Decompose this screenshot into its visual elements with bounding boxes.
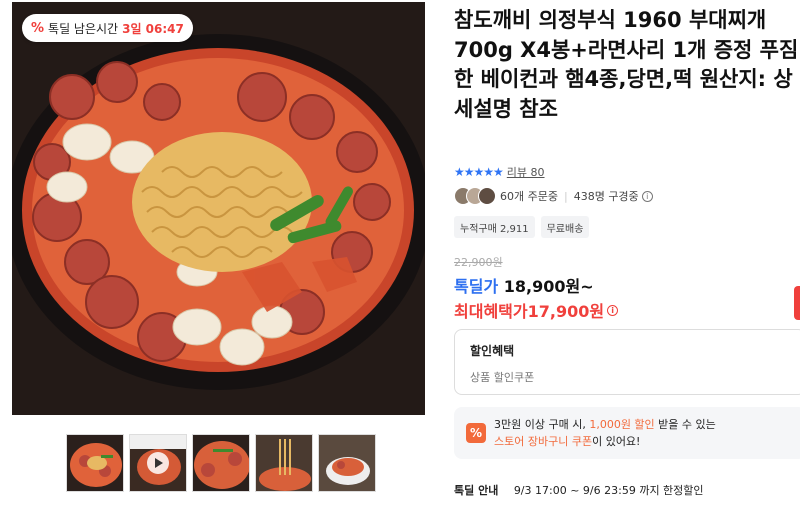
info-icon[interactable]: i (607, 304, 619, 316)
side-action-button[interactable] (794, 286, 800, 320)
thumbnail-1[interactable] (66, 434, 124, 492)
rating-row: ★★★★★ 리뷰 80 (454, 164, 545, 180)
deal-notice: 톡딜 안내 9/3 17:00 ~ 9/6 23:59 까지 한정할인 (454, 482, 704, 498)
deal-price-row: 톡딜가 18,900원~ (454, 273, 594, 297)
original-price: 22,900원 (454, 256, 503, 269)
deal-timer-badge: % 톡딜 남은시간 3일 06:47 (22, 14, 193, 42)
timer-value: 3일 06:47 (122, 21, 184, 36)
social-proof-row: 60개 주문중 | 438명 구경중 i (454, 187, 653, 205)
tag-free-shipping: 무료배송 (540, 216, 590, 238)
tag-list: 누적구매 2,911 무료배송 (454, 216, 590, 238)
thumbnail-3[interactable] (192, 434, 250, 492)
max-benefit-label: 최대혜택가 (454, 302, 528, 321)
star-rating-icon: ★★★★★ (454, 165, 504, 179)
review-count-link[interactable]: 리뷰 80 (507, 164, 545, 180)
max-benefit-price-row: 최대혜택가 17,900원 i (454, 298, 619, 322)
tag-cumulative-purchase: 누적구매 2,911 (454, 216, 535, 238)
product-title: 참도깨비 의정부식 1960 부대찌개 700g X4봉+라면사리 1개 증정 … (454, 8, 799, 121)
discount-sub: 상품 할인쿠폰 (470, 371, 535, 384)
thumbnail-5[interactable] (318, 434, 376, 492)
thumbnail-4[interactable] (255, 434, 313, 492)
thumbnail-2-video[interactable] (129, 434, 187, 492)
info-icon[interactable]: i (641, 190, 653, 202)
discount-heading: 할인혜택 (470, 344, 515, 358)
watching-count: 438명 구경중 (573, 190, 639, 203)
coupon-text: 3만원 이상 구매 시, 1,000원 할인 받을 수 있는 스토어 장바구니 … (494, 418, 716, 448)
timer-label: 톡딜 남은시간 (48, 21, 119, 36)
cart-coupon-banner[interactable]: % 3만원 이상 구매 시, 1,000원 할인 받을 수 있는 스토어 장바구… (454, 407, 800, 459)
discount-benefit-box[interactable]: 할인혜택 상품 할인쿠폰 (454, 329, 800, 395)
deal-price-label: 톡딜가 (454, 277, 499, 296)
thumbnail-strip (66, 434, 376, 492)
orders-count: 60개 주문중 (500, 190, 558, 203)
product-main-image[interactable]: % 톡딜 남은시간 3일 06:47 (12, 2, 425, 415)
deal-notice-text: 9/3 17:00 ~ 9/6 23:59 까지 한정할인 (513, 484, 704, 497)
max-benefit-value: 17,900원 (527, 302, 605, 321)
play-icon (147, 452, 169, 474)
deal-notice-label: 톡딜 안내 (454, 484, 499, 497)
buyer-avatars (454, 187, 496, 205)
deal-price-value: 18,900원~ (503, 277, 594, 296)
coupon-percent-icon: % (466, 423, 486, 443)
percent-icon: % (31, 20, 45, 36)
